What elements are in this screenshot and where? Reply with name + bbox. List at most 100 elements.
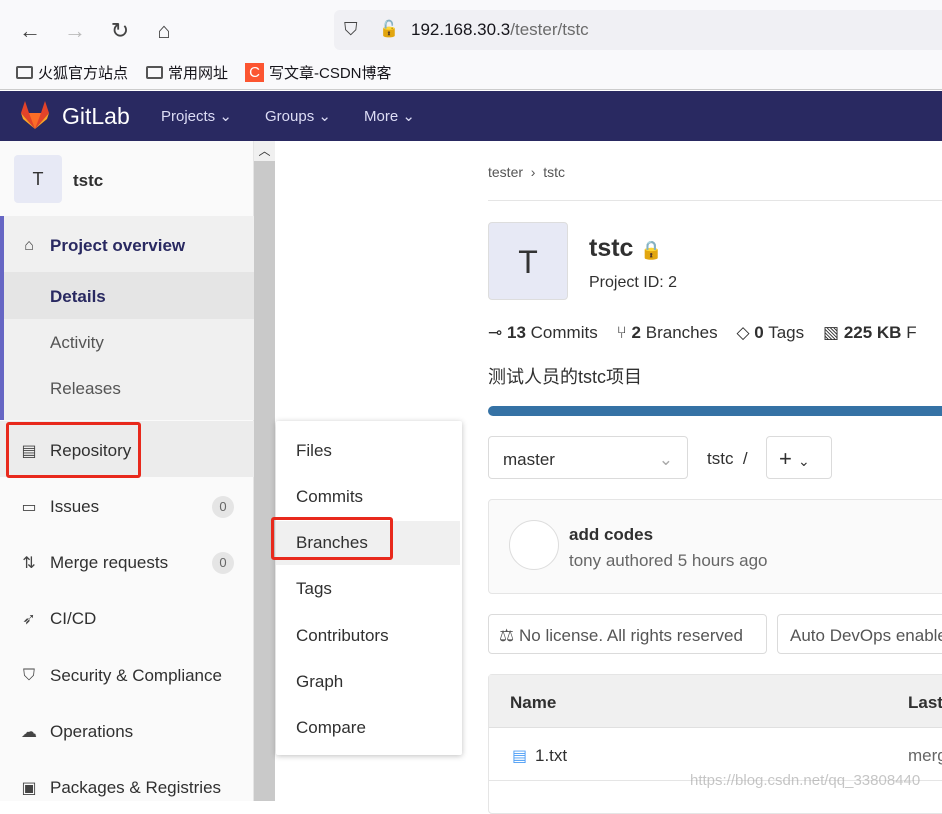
table-header (489, 675, 942, 728)
project-id: Project ID: 2 (589, 274, 678, 291)
sidebar-item-cicd[interactable]: ➶ CI/CD (0, 594, 254, 644)
repository-flyout-menu: Files Commits Branches Tags Contributors… (276, 421, 462, 755)
sidebar-sub-activity[interactable]: Activity (50, 333, 104, 353)
browser-toolbar: ← → ↻ ⌂ ⛉ 🔓 192.168.30.3/tester/tstc 火狐官… (0, 0, 942, 90)
sidebar-item-security[interactable]: ⛉ Security & Compliance (0, 651, 254, 701)
issues-count-badge: 0 (212, 496, 234, 518)
flyout-contributors[interactable]: Contributors (276, 614, 460, 658)
csdn-logo-icon: C (245, 63, 264, 82)
file-name[interactable]: 1.txt (535, 746, 567, 766)
sidebar-sub-releases[interactable]: Releases (50, 379, 121, 399)
more-menu[interactable]: More ⌄ (364, 107, 415, 125)
file-icon: ▤ (512, 748, 528, 765)
flyout-compare[interactable]: Compare (276, 706, 460, 750)
shield-icon[interactable]: ⛉ (344, 19, 358, 40)
sidebar-item-merge-requests[interactable]: ⇅ Merge requests 0 (0, 538, 254, 588)
tags-stat[interactable]: ◇ 0 Tags (736, 323, 804, 342)
file-last-commit[interactable]: merg (908, 746, 942, 766)
folder-icon (146, 66, 163, 79)
forward-icon[interactable]: → (63, 18, 87, 44)
sidebar-item-issues[interactable]: ▭ Issues 0 (0, 482, 254, 532)
gitlab-logo-icon[interactable] (19, 100, 51, 130)
divider (488, 200, 942, 201)
merge-request-icon: ⇅ (22, 555, 36, 572)
label: Issues (50, 497, 100, 516)
author-avatar[interactable] (509, 520, 559, 570)
issues-icon: ▭ (21, 499, 37, 516)
bookmark-1[interactable]: 火狐官方站点 (16, 62, 128, 83)
home-icon[interactable]: ⌂ (152, 18, 176, 44)
highlight-box-repository (6, 422, 141, 478)
flyout-graph[interactable]: Graph (276, 660, 460, 704)
sidebar-item-operations[interactable]: ☁ Operations (0, 707, 254, 757)
flyout-commits[interactable]: Commits (276, 475, 460, 519)
scale-icon: ⚖ (499, 626, 515, 645)
auto-devops-button[interactable]: Auto DevOps enable (777, 614, 942, 654)
breadcrumb-tstc[interactable]: tstc (543, 164, 565, 180)
project-avatar: T (14, 155, 62, 203)
mr-count-badge: 0 (212, 552, 234, 574)
sidebar-sub-details[interactable]: Details (50, 287, 106, 307)
project-description: 测试人员的tstc项目 (488, 367, 643, 387)
highlight-box-branches (271, 517, 393, 560)
shield-icon: ⛉ (22, 667, 35, 684)
label: Merge requests (50, 553, 169, 572)
branch-selector[interactable]: master ⌄ (488, 436, 688, 479)
bookmark-label: 写文章-CSDN博客 (269, 65, 392, 82)
bookmark-label: 火狐官方站点 (38, 65, 129, 82)
branch-icon: ⑂ (616, 323, 627, 342)
url-text[interactable]: 192.168.30.3/tester/tstc (411, 20, 589, 40)
chevron-down-icon: ⌄ (797, 453, 810, 469)
flyout-tags[interactable]: Tags (276, 567, 460, 611)
col-name: Name (510, 693, 557, 712)
groups-menu[interactable]: Groups ⌄ (265, 107, 331, 125)
cloud-gear-icon: ☁ (21, 724, 37, 741)
language-bar (488, 406, 942, 416)
breadcrumb-tester[interactable]: tester (488, 164, 523, 180)
home-icon: ⌂ (24, 237, 34, 254)
bookmark-label: 常用网址 (168, 65, 229, 82)
sidebar-item-packages[interactable]: ▣ Packages & Registries (0, 763, 254, 813)
commit-icon: ⊸ (488, 323, 503, 342)
project-title: tstc 🔒 (589, 234, 663, 262)
chevron-down-icon: ⌄ (658, 450, 673, 469)
package-icon: ▣ (21, 780, 37, 797)
flyout-files[interactable]: Files (276, 429, 460, 473)
label: Operations (50, 722, 134, 741)
scroll-up-icon[interactable]: ︿ (254, 141, 275, 161)
lock-icon: 🔒 (640, 240, 663, 260)
rocket-icon: ➶ (22, 611, 36, 628)
breadcrumb: tester › tstc (488, 164, 566, 180)
watermark: https://blog.csdn.net/qq_33808440 (690, 772, 921, 789)
branches-stat[interactable]: ⑂ 2 Branches (617, 323, 718, 342)
project-stats: ⊸ 13 Commits ⑂ 2 Branches ◇ 0 Tags ▧ 225… (488, 323, 917, 343)
label: Security & Compliance (50, 666, 222, 685)
sidebar-item-project-overview[interactable]: ⌂ Project overview (0, 221, 254, 271)
label: Project overview (50, 236, 186, 255)
gitlab-header: GitLab Projects ⌄ Groups ⌄ More ⌄ (0, 91, 942, 141)
col-last: Last (908, 693, 942, 712)
reload-icon[interactable]: ↻ (108, 18, 132, 44)
add-file-dropdown[interactable]: + ⌄ (766, 436, 832, 479)
license-button[interactable]: ⚖ No license. All rights reserved (488, 614, 767, 654)
repo-path[interactable]: tstc / (707, 449, 748, 469)
folder-icon (16, 66, 33, 79)
project-name[interactable]: tstc (73, 171, 103, 191)
commits-stat[interactable]: ⊸ 13 Commits (488, 323, 598, 342)
gitlab-brand[interactable]: GitLab (62, 103, 130, 130)
commit-meta: tony authored 5 hours ago (569, 551, 768, 570)
file-icon: ▧ (823, 323, 840, 342)
projects-menu[interactable]: Projects ⌄ (161, 107, 232, 125)
label: Packages & Registries (50, 778, 222, 797)
bookmark-2[interactable]: 常用网址 (146, 62, 228, 83)
tag-icon: ◇ (736, 323, 750, 342)
label: CI/CD (50, 609, 97, 628)
back-icon[interactable]: ← (18, 18, 42, 44)
commit-title[interactable]: add codes (569, 525, 653, 545)
details-active-bg (4, 272, 254, 319)
files-stat[interactable]: ▧ 225 KB F (823, 323, 917, 342)
sidebar-scrollbar[interactable]: ︿ (254, 141, 275, 801)
bookmark-3[interactable]: C 写文章-CSDN博客 (245, 62, 392, 83)
project-avatar-large: T (488, 222, 568, 300)
insecure-lock-icon[interactable]: 🔓 (379, 19, 399, 39)
